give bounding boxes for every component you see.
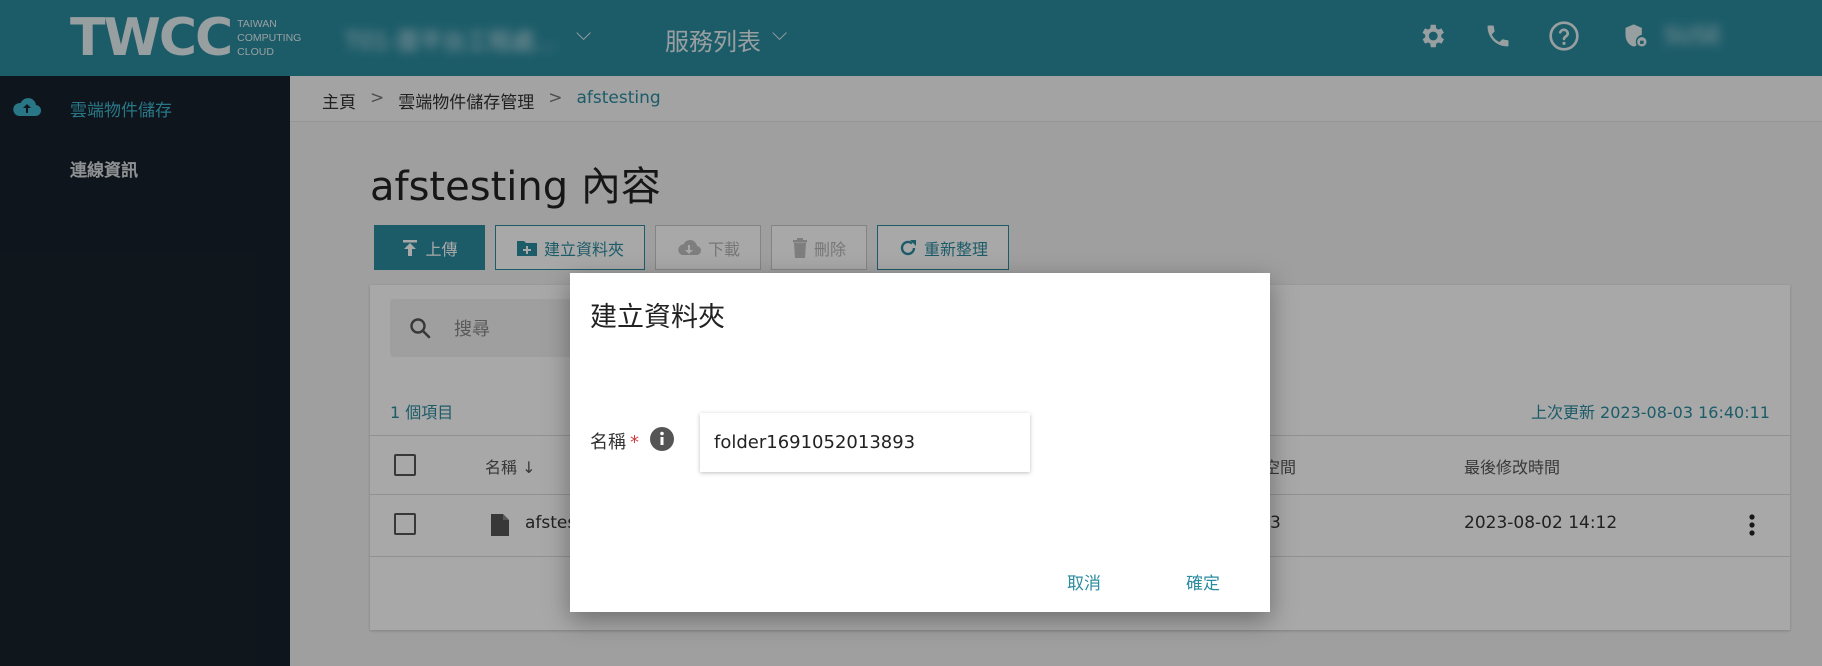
folder-name-input[interactable] (700, 413, 1030, 472)
name-field-label: 名稱 * (590, 428, 639, 454)
dialog-title: 建立資料夾 (590, 302, 725, 333)
confirm-button[interactable]: 確定 (1186, 569, 1220, 594)
info-icon[interactable] (650, 427, 674, 455)
create-folder-dialog: 建立資料夾 名稱* 取消 確定 (570, 273, 1270, 612)
required-mark: * (630, 432, 639, 453)
name-label-text: 名稱 (590, 432, 626, 453)
cancel-button[interactable]: 取消 (1067, 569, 1101, 594)
